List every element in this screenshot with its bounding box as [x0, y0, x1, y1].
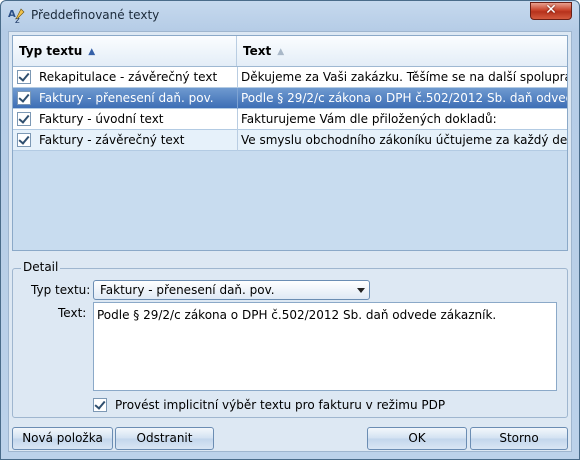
close-icon: ✕	[545, 2, 557, 18]
column-header-text[interactable]: Text ▲	[237, 36, 567, 66]
chevron-down-icon	[357, 288, 365, 293]
row-type: Faktury - přenesení daň. pov.	[39, 91, 214, 105]
cancel-button[interactable]: Storno	[470, 427, 568, 450]
row-type: Faktury - úvodní text	[39, 112, 164, 126]
sort-inactive-icon: ▲	[277, 47, 285, 57]
column-divider	[237, 130, 238, 151]
close-button[interactable]: ✕	[530, 2, 572, 20]
row-text: Ve smyslu obchodního zákoníku účtujeme z…	[241, 133, 567, 147]
row-text: Fakturujeme Vám dle přiložených dokladů:	[241, 112, 497, 126]
row-type: Faktury - závěrečný text	[39, 133, 185, 147]
column-header-text-label: Text	[243, 44, 272, 58]
column-header-type[interactable]: Typ textu ▲	[13, 36, 237, 66]
type-dropdown-value: Faktury - přenesení daň. pov.	[100, 283, 275, 297]
row-checkbox[interactable]	[17, 91, 31, 105]
table-row[interactable]: Rekapitulace - závěrečný text Děkujeme z…	[13, 67, 567, 88]
text-label: Text:	[58, 306, 87, 320]
sort-ascending-icon: ▲	[88, 47, 96, 57]
type-label: Typ textu:	[31, 283, 91, 297]
row-text: Děkujeme za Vaši zakázku. Těšíme se na d…	[241, 70, 567, 84]
ok-button[interactable]: OK	[367, 427, 467, 450]
column-header-type-label: Typ textu	[19, 44, 83, 58]
column-divider	[237, 88, 238, 109]
dialog-content: Typ textu ▲ Text ▲ Rekapitulace - závěrečn…	[8, 31, 572, 452]
implicit-pdp-checkbox[interactable]	[93, 398, 107, 412]
row-checkbox[interactable]	[17, 112, 31, 126]
row-checkbox[interactable]	[17, 70, 31, 84]
detail-legend: Detail	[21, 260, 61, 274]
detail-group: Detail Typ textu: Faktury - přenesení da…	[12, 260, 568, 418]
row-text: Podle § 29/2/c zákona o DPH č.502/2012 S…	[241, 91, 567, 105]
text-edit-icon: A z	[8, 8, 25, 25]
type-dropdown[interactable]: Faktury - přenesení daň. pov.	[93, 280, 370, 300]
column-divider	[237, 67, 238, 88]
title-bar[interactable]: A z Předdefinované texty ✕	[1, 1, 579, 31]
table-header: Typ textu ▲ Text ▲	[13, 36, 567, 67]
delete-button[interactable]: Odstranit	[115, 427, 214, 450]
text-field[interactable]: Podle § 29/2/c zákona o DPH č.502/2012 S…	[93, 302, 557, 391]
column-divider	[237, 109, 238, 130]
row-type: Rekapitulace - závěrečný text	[39, 70, 218, 84]
row-checkbox[interactable]	[17, 133, 31, 147]
window-title: Předdefinované texty	[31, 8, 160, 22]
table-row[interactable]: Faktury - úvodní text Fakturujeme Vám dl…	[13, 109, 567, 130]
new-item-button[interactable]: Nová položka	[12, 427, 113, 450]
texts-table[interactable]: Typ textu ▲ Text ▲ Rekapitulace - závěrečn…	[12, 35, 568, 251]
implicit-pdp-checkbox-label: Provést implicitní výběr textu pro faktu…	[115, 398, 446, 412]
dialog-window: A z Předdefinované texty ✕ Typ textu ▲ Te…	[0, 0, 580, 460]
table-row[interactable]: Faktury - závěrečný text Ve smyslu obcho…	[13, 130, 567, 151]
table-row-selected[interactable]: Faktury - přenesení daň. pov. Podle § 29…	[13, 88, 567, 109]
